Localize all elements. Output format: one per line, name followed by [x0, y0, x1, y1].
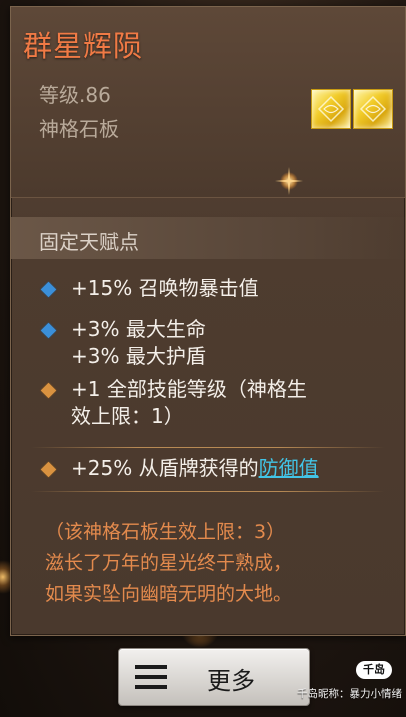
gold-diamond-icon — [40, 461, 57, 478]
item-tooltip-panel: 群星辉陨 等级.86 神格石板 固定天赋点 +15% 召唤物暴击值 +3% 最大… — [10, 6, 406, 636]
talent-line: +25% 从盾牌获得的 — [71, 456, 259, 480]
menu-icon — [135, 665, 167, 689]
flavor-line: 滋长了万年的星光终于熟成， — [45, 552, 293, 574]
stone-tile-icon — [311, 89, 351, 129]
defense-value-link[interactable]: 防御值 — [259, 456, 319, 480]
godhead-stone-icon — [311, 89, 393, 129]
item-type: 神格石板 — [39, 117, 119, 141]
talent-line: 效上限：1） — [71, 404, 184, 428]
star-sparkle-icon — [275, 167, 303, 195]
talent-item: +15% 召唤物暴击值 — [40, 275, 391, 302]
talent-line: +1 全部技能等级（神格生 — [71, 377, 307, 401]
section-title: 固定天赋点 — [39, 230, 139, 254]
watermark-badge: 千岛 — [356, 661, 392, 679]
item-level: 等级.86 — [39, 83, 111, 107]
talent-item: +1 全部技能等级（神格生 效上限：1） — [40, 376, 391, 430]
fixed-talent-header: 固定天赋点 — [11, 217, 405, 259]
talent-item: +3% 最大生命 +3% 最大护盾 — [40, 316, 391, 370]
item-header: 群星辉陨 等级.86 神格石板 — [11, 7, 405, 198]
more-button-label: 更多 — [207, 667, 255, 695]
talent-line: +3% 最大护盾 — [71, 344, 206, 368]
stone-tile-icon — [353, 89, 393, 129]
more-button[interactable]: 更多 — [118, 648, 310, 706]
gold-diamond-icon — [40, 382, 57, 399]
blue-diamond-icon — [40, 322, 57, 339]
list-divider — [31, 447, 385, 448]
game-screen: 群星辉陨 等级.86 神格石板 固定天赋点 +15% 召唤物暴击值 +3% 最大… — [0, 0, 406, 717]
talent-item: +25% 从盾牌获得的防御值 — [40, 455, 406, 482]
blue-diamond-icon — [40, 281, 57, 298]
flavor-text: （该神格石板生效上限：3） 滋长了万年的星光终于熟成， 如果实坠向幽暗无明的大地… — [45, 517, 385, 610]
flavor-line: 如果实坠向幽暗无明的大地。 — [45, 583, 293, 605]
watermark-text: 千岛昵称：暴力小情绪 — [297, 688, 402, 700]
talent-line: +3% 最大生命 — [71, 317, 206, 341]
flavor-line: （该神格石板生效上限：3） — [45, 521, 286, 543]
list-divider — [31, 491, 385, 492]
talent-line: +15% 召唤物暴击值 — [71, 276, 259, 300]
talent-list: +15% 召唤物暴击值 +3% 最大生命 +3% 最大护盾 +1 全部技能等级（… — [40, 275, 391, 430]
item-name: 群星辉陨 — [23, 29, 144, 63]
